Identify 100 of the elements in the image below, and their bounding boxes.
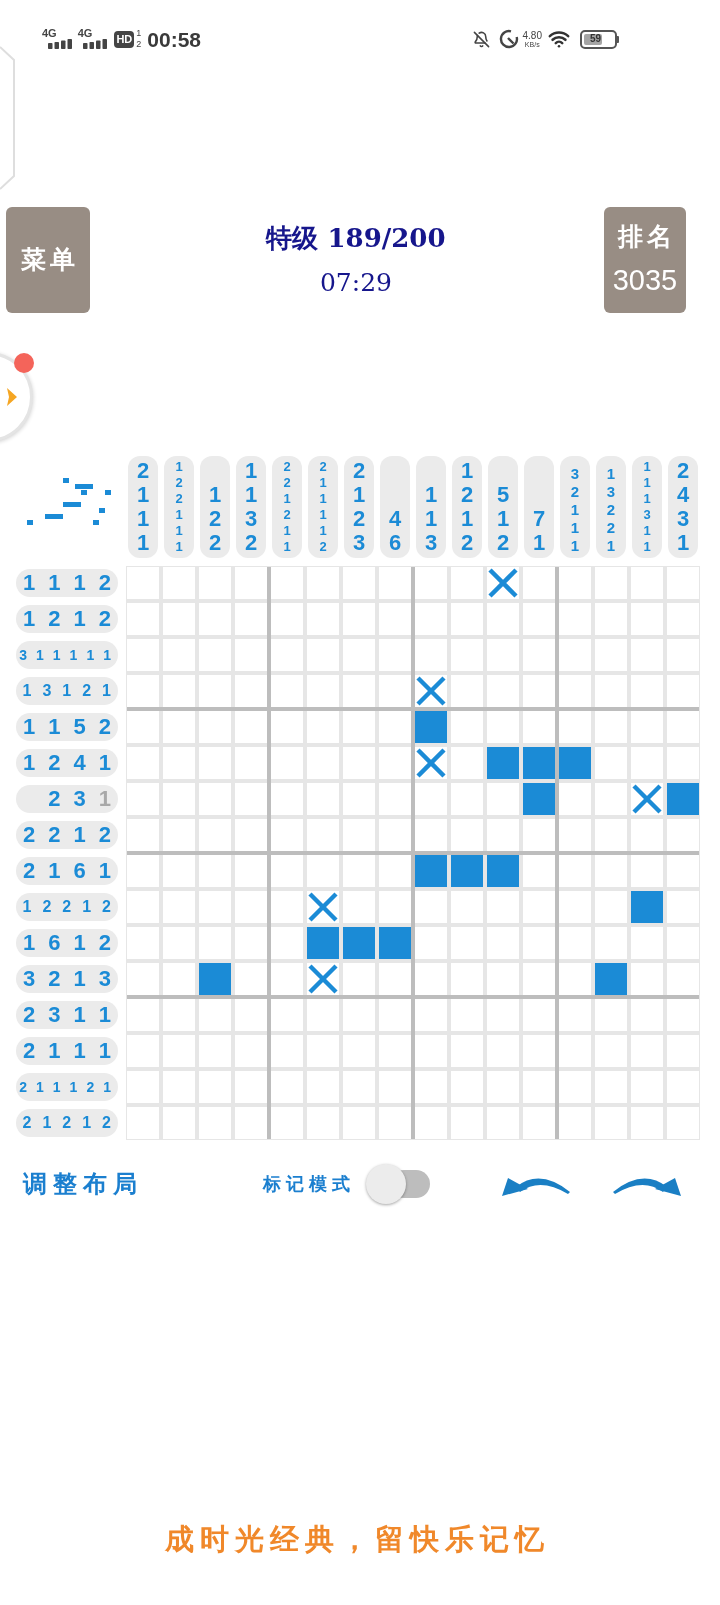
grid-cell[interactable]: [595, 855, 627, 887]
grid-cell[interactable]: [523, 819, 555, 851]
grid-cell[interactable]: [379, 963, 411, 995]
grid-cell[interactable]: [415, 1107, 447, 1139]
grid-cell[interactable]: [379, 783, 411, 815]
grid-cell[interactable]: [235, 1107, 267, 1139]
grid-cell[interactable]: [199, 1035, 231, 1067]
grid-cell[interactable]: [595, 1107, 627, 1139]
grid-cell[interactable]: [379, 855, 411, 887]
grid-cell[interactable]: [271, 1107, 303, 1139]
grid-cell[interactable]: [667, 711, 699, 743]
grid-cell[interactable]: [199, 1071, 231, 1103]
grid-cell[interactable]: [199, 999, 231, 1031]
grid-cell[interactable]: [235, 603, 267, 635]
grid-cell[interactable]: [631, 639, 663, 671]
grid-cell[interactable]: [343, 1071, 375, 1103]
grid-cell[interactable]: [127, 747, 159, 779]
grid-cell[interactable]: [487, 675, 519, 707]
grid-cell[interactable]: [127, 783, 159, 815]
grid-cell[interactable]: [235, 819, 267, 851]
grid-cell[interactable]: [163, 819, 195, 851]
grid-cell[interactable]: [667, 855, 699, 887]
grid-cell[interactable]: [307, 1107, 339, 1139]
grid-cell[interactable]: [235, 891, 267, 923]
grid-cell[interactable]: [595, 1071, 627, 1103]
grid-cell[interactable]: [631, 567, 663, 599]
grid-cell[interactable]: [271, 963, 303, 995]
grid-cell[interactable]: [667, 927, 699, 959]
grid-cell[interactable]: [343, 819, 375, 851]
grid-cell[interactable]: [415, 963, 447, 995]
grid-cell[interactable]: [559, 567, 591, 599]
grid-cell[interactable]: [379, 1071, 411, 1103]
grid-cell[interactable]: [127, 819, 159, 851]
grid-cell[interactable]: [163, 1071, 195, 1103]
grid-cell[interactable]: [595, 711, 627, 743]
grid-cell[interactable]: [163, 855, 195, 887]
grid-cell[interactable]: [667, 603, 699, 635]
grid-cell[interactable]: [487, 1071, 519, 1103]
grid-cell[interactable]: [415, 999, 447, 1031]
grid-cell[interactable]: [595, 675, 627, 707]
grid-cell[interactable]: [271, 891, 303, 923]
grid-cell[interactable]: [559, 927, 591, 959]
grid-cell[interactable]: [199, 711, 231, 743]
grid-cell[interactable]: [559, 1071, 591, 1103]
grid-cell[interactable]: [307, 639, 339, 671]
grid-cell[interactable]: [271, 711, 303, 743]
grid-cell[interactable]: [415, 1071, 447, 1103]
grid-cell[interactable]: [523, 891, 555, 923]
grid-cell[interactable]: [199, 639, 231, 671]
grid-cell[interactable]: [307, 567, 339, 599]
grid-cell[interactable]: [163, 711, 195, 743]
grid-cell[interactable]: [271, 675, 303, 707]
grid-cell[interactable]: [631, 711, 663, 743]
grid-cell[interactable]: [127, 675, 159, 707]
menu-button[interactable]: 菜单: [6, 207, 90, 313]
grid-cell[interactable]: [487, 783, 519, 815]
grid-cell[interactable]: [307, 783, 339, 815]
grid-cell[interactable]: [163, 927, 195, 959]
grid-cell[interactable]: [271, 1035, 303, 1067]
grid-cell[interactable]: [487, 567, 519, 599]
grid-cell[interactable]: [199, 747, 231, 779]
grid-cell[interactable]: [379, 603, 411, 635]
grid-cell[interactable]: [523, 603, 555, 635]
grid-cell[interactable]: [667, 675, 699, 707]
grid-cell[interactable]: [415, 639, 447, 671]
grid-cell[interactable]: [559, 855, 591, 887]
grid-cell[interactable]: [307, 855, 339, 887]
grid-cell[interactable]: [631, 927, 663, 959]
grid-cell[interactable]: [487, 1107, 519, 1139]
grid-cell[interactable]: [487, 1035, 519, 1067]
grid-cell[interactable]: [415, 567, 447, 599]
grid-cell[interactable]: [271, 783, 303, 815]
grid-cell[interactable]: [235, 999, 267, 1031]
grid-cell[interactable]: [343, 999, 375, 1031]
grid-cell[interactable]: [559, 819, 591, 851]
grid-cell[interactable]: [559, 783, 591, 815]
grid-cell[interactable]: [451, 747, 483, 779]
grid-cell[interactable]: [415, 711, 447, 743]
grid-cell[interactable]: [559, 963, 591, 995]
grid-cell[interactable]: [235, 711, 267, 743]
grid-cell[interactable]: [487, 819, 519, 851]
grid-cell[interactable]: [451, 1071, 483, 1103]
grid-cell[interactable]: [127, 639, 159, 671]
grid-cell[interactable]: [379, 1107, 411, 1139]
grid-cell[interactable]: [307, 891, 339, 923]
grid-cell[interactable]: [379, 711, 411, 743]
grid-cell[interactable]: [631, 1035, 663, 1067]
grid-cell[interactable]: [667, 963, 699, 995]
grid-cell[interactable]: [559, 747, 591, 779]
grid-cell[interactable]: [199, 675, 231, 707]
grid-cell[interactable]: [559, 891, 591, 923]
grid-cell[interactable]: [451, 963, 483, 995]
grid-cell[interactable]: [667, 1035, 699, 1067]
grid-cell[interactable]: [199, 891, 231, 923]
grid-cell[interactable]: [307, 819, 339, 851]
grid-cell[interactable]: [415, 603, 447, 635]
grid-cell[interactable]: [271, 855, 303, 887]
grid-cell[interactable]: [127, 963, 159, 995]
grid-cell[interactable]: [631, 819, 663, 851]
grid-cell[interactable]: [523, 1071, 555, 1103]
